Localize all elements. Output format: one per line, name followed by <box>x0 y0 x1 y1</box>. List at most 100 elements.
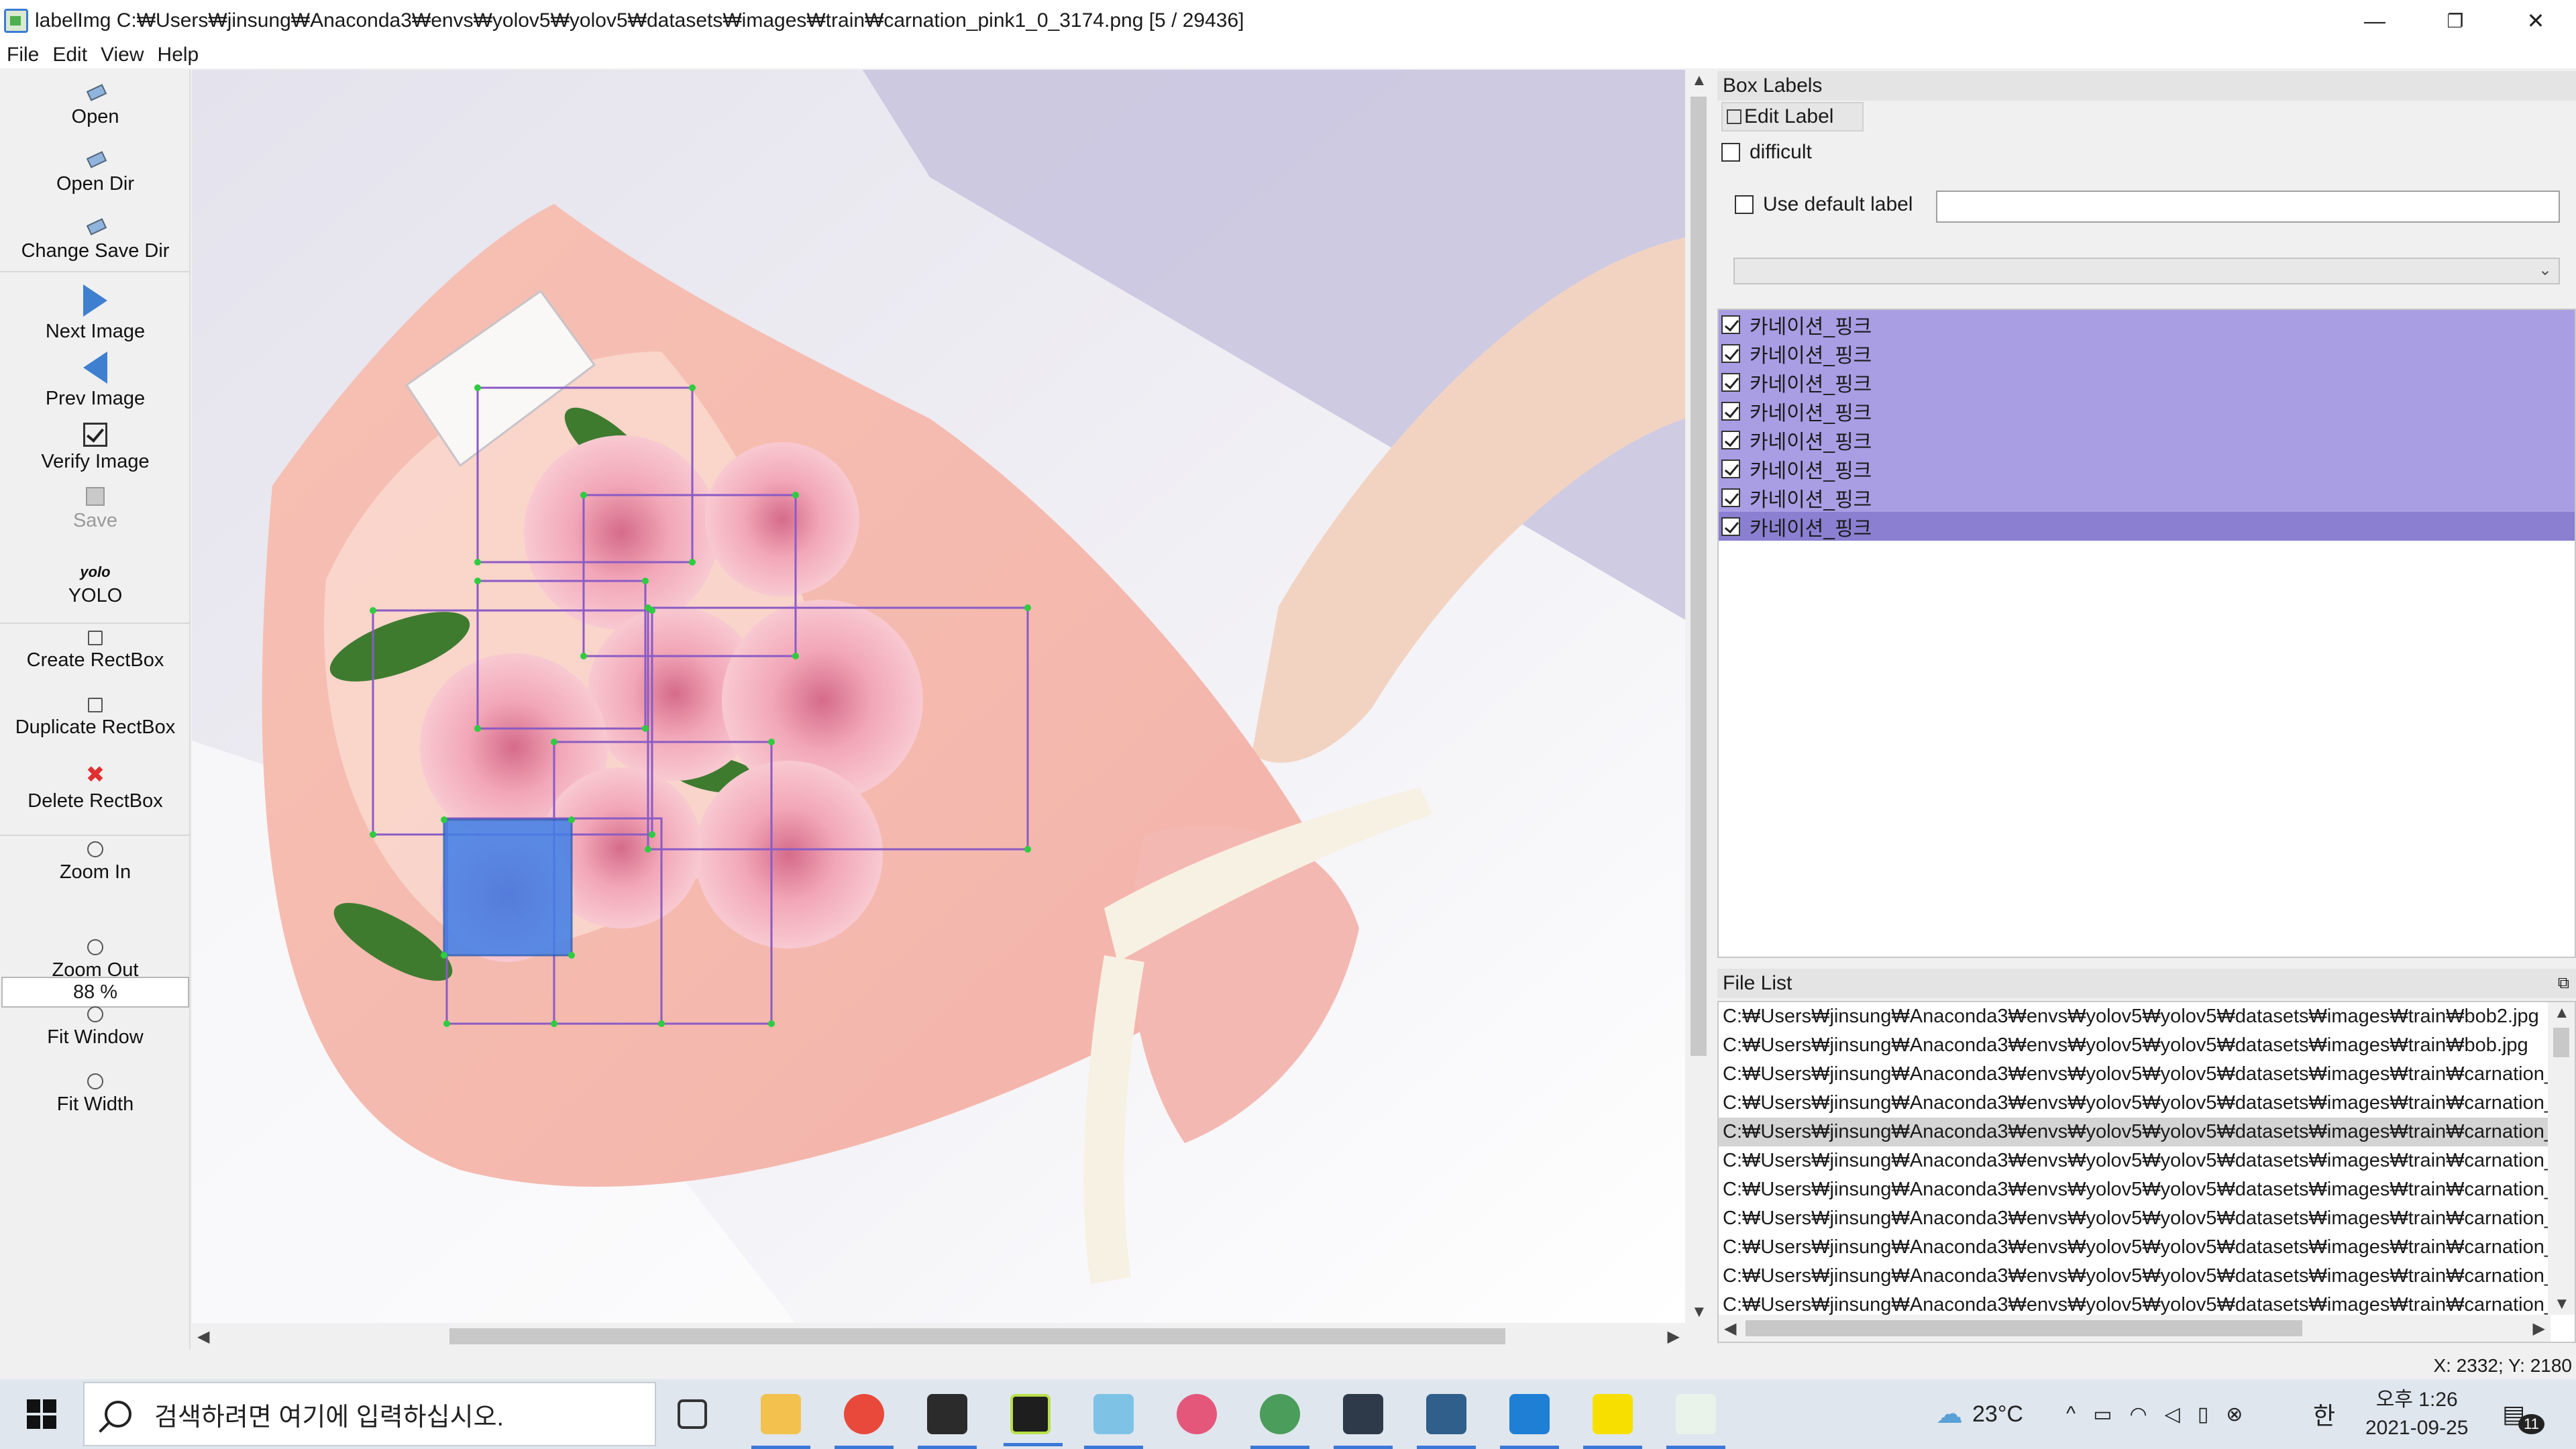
canvas-vertical-scrollbar[interactable]: ▲ ▼ <box>1685 70 1712 1323</box>
label-list[interactable]: 카네이션_핑크 카네이션_핑크 카네이션_핑크 카네이션_핑크 카네이션_핑크 … <box>1717 309 2576 958</box>
yolo-format-button[interactable]: yolo YOLO <box>0 564 191 607</box>
canvas-horizontal-scrollbar[interactable]: ◀ ▶ <box>192 1323 1685 1350</box>
undock-icon[interactable]: ⧉ <box>2558 974 2569 993</box>
duplicate-rectbox-button[interactable]: Duplicate RectBox <box>0 698 191 739</box>
scroll-right-arrow-icon[interactable]: ▶ <box>2533 1319 2545 1338</box>
scroll-left-arrow-icon[interactable]: ◀ <box>197 1327 209 1346</box>
mysql-icon[interactable] <box>1334 1394 1393 1449</box>
battery-icon[interactable]: ▭ <box>2093 1403 2112 1426</box>
volume-icon[interactable]: ◁ <box>2165 1403 2180 1426</box>
canvas-vscroll-thumb[interactable] <box>1690 97 1707 1056</box>
scroll-up-arrow-icon[interactable]: ▲ <box>2554 1004 2570 1022</box>
close-button[interactable]: ✕ <box>2490 0 2576 42</box>
kakaotalk-icon[interactable] <box>1583 1394 1642 1449</box>
chrome-icon[interactable] <box>835 1394 894 1449</box>
vscode-icon[interactable] <box>1500 1394 1559 1449</box>
file-list-item[interactable]: C:₩Users₩jinsung₩Anaconda3₩envs₩yolov5₩y… <box>1719 1089 2548 1118</box>
file-list-item[interactable]: C:₩Users₩jinsung₩Anaconda3₩envs₩yolov5₩y… <box>1719 1031 2548 1060</box>
clock[interactable]: 오후 1:26 2021-09-25 <box>2365 1379 2468 1449</box>
label-list-item[interactable]: 카네이션_핑크 <box>1719 425 2575 454</box>
file-list-item[interactable]: C:₩Users₩jinsung₩Anaconda3₩envs₩yolov5₩y… <box>1719 1002 2548 1031</box>
file-list-vscroll-thumb[interactable] <box>2553 1028 2569 1057</box>
file-list-hscrollbar[interactable]: ◀ ▶ <box>1719 1315 2551 1342</box>
mysql-workbench-icon[interactable] <box>1417 1394 1476 1449</box>
file-list-item[interactable]: C:₩Users₩jinsung₩Anaconda3₩envs₩yolov5₩y… <box>1719 1204 2548 1233</box>
label-list-item[interactable]: 카네이션_핑크 <box>1719 339 2575 368</box>
pycharm-icon[interactable] <box>1004 1394 1063 1446</box>
label-list-item[interactable]: 카네이션_핑크 <box>1719 483 2575 512</box>
fit-window-button[interactable]: Fit Window <box>0 1006 191 1049</box>
label-list-item[interactable]: 카네이션_핑크 <box>1719 368 2575 396</box>
label-visibility-checkbox[interactable] <box>1721 315 1740 334</box>
label-visibility-checkbox[interactable] <box>1721 517 1740 536</box>
zoom-out-button[interactable]: Zoom Out <box>0 939 191 981</box>
scroll-down-arrow-icon[interactable]: ▼ <box>2554 1295 2570 1313</box>
label-list-item[interactable]: 카네이션_핑크 <box>1719 396 2575 425</box>
label-visibility-checkbox[interactable] <box>1721 488 1740 507</box>
scroll-down-arrow-icon[interactable]: ▼ <box>1691 1303 1707 1322</box>
next-image-button[interactable]: Next Image <box>0 284 191 343</box>
canvas-hscroll-thumb[interactable] <box>449 1328 1505 1344</box>
weather-widget[interactable]: ☁ 23°C <box>1936 1379 2023 1449</box>
wifi-icon[interactable]: ◠ <box>2129 1403 2147 1426</box>
label-combo-box[interactable]: ⌄ <box>1733 258 2560 284</box>
difficult-checkbox[interactable]: difficult <box>1721 141 1812 164</box>
file-explorer-icon[interactable] <box>751 1394 810 1449</box>
create-rectbox-button[interactable]: Create RectBox <box>0 631 191 672</box>
notepad-icon[interactable] <box>1084 1394 1143 1449</box>
notification-center[interactable]: ▤ 11 <box>2502 1379 2544 1449</box>
file-list-item[interactable]: C:₩Users₩jinsung₩Anaconda3₩envs₩yolov5₩y… <box>1719 1060 2548 1089</box>
label-list-item[interactable]: 카네이션_핑크 <box>1719 310 2575 339</box>
open-dir-button[interactable]: Open Dir <box>0 152 191 195</box>
use-default-label-checkbox-box[interactable] <box>1735 195 1754 214</box>
scroll-right-arrow-icon[interactable]: ▶ <box>1668 1327 1680 1346</box>
chevron-up-icon[interactable]: ^ <box>2066 1403 2076 1426</box>
device-icon[interactable]: ▯ <box>2198 1403 2209 1426</box>
menu-help[interactable]: Help <box>158 44 199 66</box>
status-icon[interactable]: ⊗ <box>2226 1403 2243 1426</box>
save-button[interactable]: Save <box>0 487 191 532</box>
scroll-up-arrow-icon[interactable]: ▲ <box>1691 71 1707 90</box>
open-button[interactable]: Open <box>0 85 191 128</box>
delete-rectbox-button[interactable]: ✖ Delete RectBox <box>0 763 191 812</box>
zoom-in-button[interactable]: Zoom In <box>0 841 191 883</box>
taskbar-search-box[interactable]: 검색하려면 여기에 입력하십시오. <box>83 1382 656 1446</box>
verify-image-button[interactable]: Verify Image <box>0 423 191 473</box>
file-list-item[interactable]: C:₩Users₩jinsung₩Anaconda3₩envs₩yolov5₩y… <box>1719 1233 2548 1262</box>
chrome-2-icon[interactable] <box>1250 1394 1309 1449</box>
difficult-checkbox-box[interactable] <box>1721 143 1740 162</box>
file-list-item[interactable]: C:₩Users₩jinsung₩Anaconda3₩envs₩yolov5₩y… <box>1719 1175 2548 1204</box>
paint-icon[interactable] <box>1177 1394 1217 1434</box>
menu-view[interactable]: View <box>101 44 144 66</box>
label-visibility-checkbox[interactable] <box>1721 430 1740 449</box>
task-view-icon[interactable] <box>678 1399 707 1429</box>
minimize-button[interactable]: — <box>2329 0 2420 42</box>
image-canvas[interactable] <box>192 70 1685 1323</box>
terminal-icon[interactable] <box>918 1394 977 1449</box>
maximize-button[interactable]: ❐ <box>2410 0 2501 42</box>
menu-edit[interactable]: Edit <box>52 44 87 66</box>
prev-image-button[interactable]: Prev Image <box>0 352 191 410</box>
windows-start-icon[interactable] <box>27 1399 56 1429</box>
edit-label-button[interactable]: Edit Label <box>1721 102 1864 131</box>
label-visibility-checkbox[interactable] <box>1721 401 1740 421</box>
file-list-hscroll-thumb[interactable] <box>1746 1320 2302 1336</box>
ime-indicator[interactable]: 한 <box>2313 1379 2335 1449</box>
file-list-item-selected[interactable]: C:₩Users₩jinsung₩Anaconda3₩envs₩yolov5₩y… <box>1719 1118 2548 1146</box>
file-list-item[interactable]: C:₩Users₩jinsung₩Anaconda3₩envs₩yolov5₩y… <box>1719 1146 2548 1175</box>
file-list-item[interactable]: C:₩Users₩jinsung₩Anaconda3₩envs₩yolov5₩y… <box>1719 1262 2548 1291</box>
label-list-item-selected[interactable]: 카네이션_핑크 <box>1719 512 2575 541</box>
use-default-label-checkbox[interactable]: Use default label <box>1735 193 1913 216</box>
scroll-left-arrow-icon[interactable]: ◀ <box>1724 1319 1736 1338</box>
label-list-item[interactable]: 카네이션_핑크 <box>1719 454 2575 483</box>
menu-file[interactable]: File <box>7 44 39 66</box>
label-visibility-checkbox[interactable] <box>1721 343 1740 363</box>
default-label-input[interactable] <box>1936 191 2560 223</box>
fit-width-button[interactable]: Fit Width <box>0 1073 191 1116</box>
change-save-dir-button[interactable]: Change Save Dir <box>0 219 191 262</box>
file-list-vscrollbar[interactable]: ▲ ▼ <box>2548 1002 2575 1315</box>
label-visibility-checkbox[interactable] <box>1721 372 1740 392</box>
labelimg-taskbar-icon[interactable] <box>1666 1394 1725 1449</box>
label-visibility-checkbox[interactable] <box>1721 459 1740 478</box>
file-list[interactable]: C:₩Users₩jinsung₩Anaconda3₩envs₩yolov5₩y… <box>1717 1001 2576 1343</box>
